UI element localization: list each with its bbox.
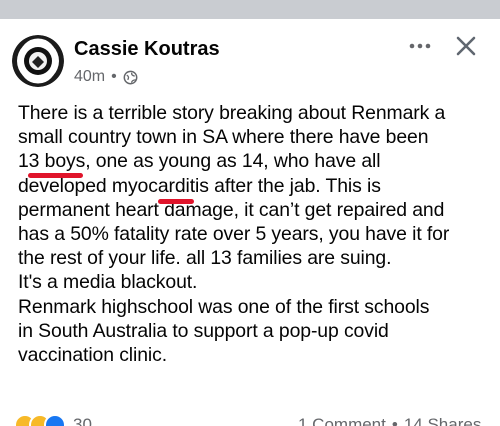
close-icon [456, 36, 476, 56]
stats-separator: • [391, 415, 398, 426]
post-line: There is a terrible story breaking about… [18, 102, 446, 124]
post-line: developed myocarditis after the jab. Thi… [18, 174, 494, 198]
more-options-button[interactable] [402, 31, 438, 61]
post-line: in South Australia to support a pop-up c… [18, 319, 389, 342]
like-reaction-icon [44, 414, 66, 426]
post-line-text: permanent hear [18, 198, 154, 221]
post-line: Renmark highschool was one of the first … [18, 295, 430, 318]
comment-count-link[interactable]: 1 Comment [298, 415, 386, 426]
highlighted-phrase: 13 boys [18, 150, 86, 173]
reaction-count: 30 [73, 415, 92, 426]
post-line-text: , one as young as 14, who have all [85, 150, 381, 173]
post-header: Cassie Koutras 40m • [0, 19, 500, 95]
globe-icon[interactable] [123, 70, 138, 85]
post-line-text: , it can’t get repaired and [233, 198, 445, 221]
avatar-logo-icon [12, 35, 64, 87]
author-name[interactable]: Cassie Koutras [74, 37, 220, 61]
top-divider [0, 0, 500, 19]
post-time[interactable]: 40m [74, 68, 105, 86]
post-line-text: tis after the jab. This is [189, 174, 381, 197]
post-line: small country town in SA where there hav… [18, 126, 429, 149]
more-horizontal-icon [409, 43, 431, 49]
post-line: has a 50% fatality rate over 5 years, yo… [18, 223, 450, 246]
post-line: vaccination clinic. [18, 344, 167, 367]
meta-separator: • [111, 68, 117, 85]
post-line: the rest of your life. all 13 families a… [18, 247, 392, 270]
avatar[interactable] [12, 35, 64, 87]
highlighted-phrase: myocardi [111, 174, 190, 197]
share-count-link[interactable]: 14 Shares [404, 415, 482, 426]
post-line: It's a media blackout. [18, 271, 198, 294]
post-body: There is a terrible story breaking about… [18, 101, 494, 367]
post-line: permanent heart damage, it can’t get rep… [18, 198, 494, 222]
post-meta: 40m • [74, 68, 138, 86]
facebook-post-screen: Cassie Koutras 40m • There is a terrible… [0, 0, 500, 426]
reactions-summary[interactable]: 30 [14, 414, 92, 426]
post-footer: 30 1 Comment • 14 Shares [0, 406, 500, 426]
close-button[interactable] [448, 29, 484, 63]
post-line: 13 boys, one as young as 14, who have al… [18, 149, 494, 173]
engagement-stats: 1 Comment • 14 Shares [298, 415, 481, 426]
